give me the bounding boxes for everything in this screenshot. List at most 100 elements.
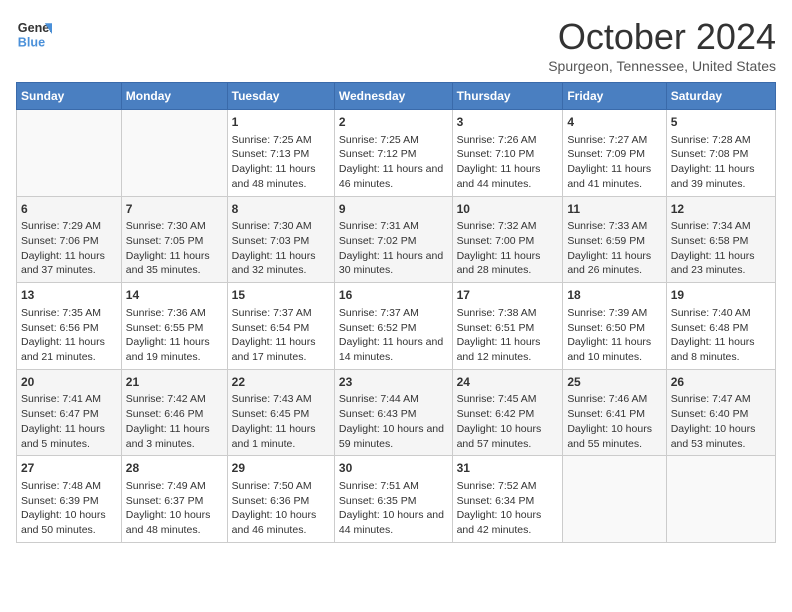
sunset: Sunset: 7:02 PM <box>339 235 417 247</box>
sunset: Sunset: 7:10 PM <box>457 148 535 160</box>
day-number: 28 <box>126 460 223 477</box>
day-header-sunday: Sunday <box>17 83 122 110</box>
sunset: Sunset: 6:43 PM <box>339 408 417 420</box>
calendar-cell: 19Sunrise: 7:40 AMSunset: 6:48 PMDayligh… <box>666 283 775 370</box>
daylight: Daylight: 11 hours and 10 minutes. <box>567 336 651 363</box>
sunrise: Sunrise: 7:40 AM <box>671 307 751 319</box>
calendar-cell <box>666 456 775 543</box>
sunrise: Sunrise: 7:47 AM <box>671 393 751 405</box>
title-block: October 2024 Spurgeon, Tennessee, United… <box>548 16 776 74</box>
daylight: Daylight: 11 hours and 21 minutes. <box>21 336 105 363</box>
calendar-cell: 21Sunrise: 7:42 AMSunset: 6:46 PMDayligh… <box>121 369 227 456</box>
sunrise: Sunrise: 7:37 AM <box>232 307 312 319</box>
logo-icon: General Blue <box>16 16 52 52</box>
sunrise: Sunrise: 7:45 AM <box>457 393 537 405</box>
calendar-cell: 7 Sunrise: 7:30 AM Sunset: 7:05 PM Daylight… <box>121 196 227 283</box>
calendar-cell: 27Sunrise: 7:48 AMSunset: 6:39 PMDayligh… <box>17 456 122 543</box>
day-number: 17 <box>457 287 559 304</box>
location: Spurgeon, Tennessee, United States <box>548 58 776 74</box>
daylight: Daylight: 11 hours and 5 minutes. <box>21 423 105 450</box>
sunset: Sunset: 7:00 PM <box>457 235 535 247</box>
sunrise: Sunrise: 7:51 AM <box>339 480 419 492</box>
sunrise: Sunrise: 7:39 AM <box>567 307 647 319</box>
sunset: Sunset: 6:46 PM <box>126 408 204 420</box>
sunrise: Sunrise: 7:44 AM <box>339 393 419 405</box>
day-number: 9 <box>339 201 448 218</box>
sunset: Sunset: 6:45 PM <box>232 408 310 420</box>
day-number: 13 <box>21 287 117 304</box>
daylight: Daylight: 10 hours and 59 minutes. <box>339 423 444 450</box>
day-number: 7 <box>126 201 223 218</box>
calendar-cell: 18Sunrise: 7:39 AMSunset: 6:50 PMDayligh… <box>563 283 666 370</box>
daylight: Daylight: 11 hours and 23 minutes. <box>671 250 755 277</box>
daylight: Daylight: 10 hours and 44 minutes. <box>339 509 444 536</box>
calendar-cell: 1Sunrise: 7:25 AMSunset: 7:13 PMDaylight… <box>227 110 334 197</box>
daylight: Daylight: 11 hours and 35 minutes. <box>126 250 210 277</box>
day-header-friday: Friday <box>563 83 666 110</box>
day-number: 11 <box>567 201 661 218</box>
day-number: 21 <box>126 374 223 391</box>
sunset: Sunset: 6:39 PM <box>21 495 99 507</box>
sunrise: Sunrise: 7:30 AM <box>232 220 312 232</box>
day-number: 22 <box>232 374 330 391</box>
calendar-cell: 25Sunrise: 7:46 AMSunset: 6:41 PMDayligh… <box>563 369 666 456</box>
sunrise: Sunrise: 7:26 AM <box>457 134 537 146</box>
sunset: Sunset: 7:05 PM <box>126 235 204 247</box>
calendar-cell: 17Sunrise: 7:38 AMSunset: 6:51 PMDayligh… <box>452 283 563 370</box>
sunrise: Sunrise: 7:30 AM <box>126 220 206 232</box>
calendar-cell: 3Sunrise: 7:26 AMSunset: 7:10 PMDaylight… <box>452 110 563 197</box>
day-number: 10 <box>457 201 559 218</box>
calendar-cell: 8Sunrise: 7:30 AMSunset: 7:03 PMDaylight… <box>227 196 334 283</box>
sunset: Sunset: 7:03 PM <box>232 235 310 247</box>
day-number: 5 <box>671 114 771 131</box>
sunset: Sunset: 7:09 PM <box>567 148 645 160</box>
daylight: Daylight: 11 hours and 26 minutes. <box>567 250 651 277</box>
sunrise: Sunrise: 7:52 AM <box>457 480 537 492</box>
calendar-cell: 30 Sunrise: 7:51 AM Sunset: 6:35 PM Dayligh… <box>334 456 452 543</box>
sunset: Sunset: 6:54 PM <box>232 322 310 334</box>
calendar-cell: 23Sunrise: 7:44 AMSunset: 6:43 PMDayligh… <box>334 369 452 456</box>
daylight: Daylight: 10 hours and 53 minutes. <box>671 423 756 450</box>
sunset: Sunset: 6:47 PM <box>21 408 99 420</box>
day-number: 16 <box>339 287 448 304</box>
sunrise: Sunrise: 7:33 AM <box>567 220 647 232</box>
calendar-cell: 11 Sunrise: 7:33 AM Sunset: 6:59 PM Dayligh… <box>563 196 666 283</box>
calendar-cell <box>563 456 666 543</box>
sunset: Sunset: 7:13 PM <box>232 148 310 160</box>
day-number: 27 <box>21 460 117 477</box>
daylight: Daylight: 11 hours and 37 minutes. <box>21 250 105 277</box>
sunrise: Sunrise: 7:49 AM <box>126 480 206 492</box>
day-number: 18 <box>567 287 661 304</box>
sunset: Sunset: 6:40 PM <box>671 408 749 420</box>
day-number: 8 <box>232 201 330 218</box>
sunset: Sunset: 6:41 PM <box>567 408 645 420</box>
daylight: Daylight: 11 hours and 14 minutes. <box>339 336 443 363</box>
calendar-cell: 24Sunrise: 7:45 AMSunset: 6:42 PMDayligh… <box>452 369 563 456</box>
logo: General Blue <box>16 16 52 52</box>
daylight: Daylight: 11 hours and 17 minutes. <box>232 336 316 363</box>
day-number: 31 <box>457 460 559 477</box>
daylight: Daylight: 10 hours and 50 minutes. <box>21 509 106 536</box>
sunset: Sunset: 6:35 PM <box>339 495 417 507</box>
header-row: SundayMondayTuesdayWednesdayThursdayFrid… <box>17 83 776 110</box>
calendar-cell: 20Sunrise: 7:41 AMSunset: 6:47 PMDayligh… <box>17 369 122 456</box>
sunset: Sunset: 6:58 PM <box>671 235 749 247</box>
calendar-cell <box>121 110 227 197</box>
sunset: Sunset: 6:59 PM <box>567 235 645 247</box>
sunrise: Sunrise: 7:46 AM <box>567 393 647 405</box>
sunrise: Sunrise: 7:38 AM <box>457 307 537 319</box>
sunset: Sunset: 6:42 PM <box>457 408 535 420</box>
day-number: 20 <box>21 374 117 391</box>
month-title: October 2024 <box>548 16 776 58</box>
daylight: Daylight: 11 hours and 1 minute. <box>232 423 316 450</box>
week-row-4: 20Sunrise: 7:41 AMSunset: 6:47 PMDayligh… <box>17 369 776 456</box>
day-number: 30 <box>339 460 448 477</box>
calendar-cell: 6Sunrise: 7:29 AMSunset: 7:06 PMDaylight… <box>17 196 122 283</box>
calendar-cell: 13Sunrise: 7:35 AMSunset: 6:56 PMDayligh… <box>17 283 122 370</box>
day-number: 2 <box>339 114 448 131</box>
sunrise: Sunrise: 7:43 AM <box>232 393 312 405</box>
sunset: Sunset: 6:56 PM <box>21 322 99 334</box>
calendar-cell <box>17 110 122 197</box>
calendar-cell: 26Sunrise: 7:47 AMSunset: 6:40 PMDayligh… <box>666 369 775 456</box>
sunrise: Sunrise: 7:37 AM <box>339 307 419 319</box>
